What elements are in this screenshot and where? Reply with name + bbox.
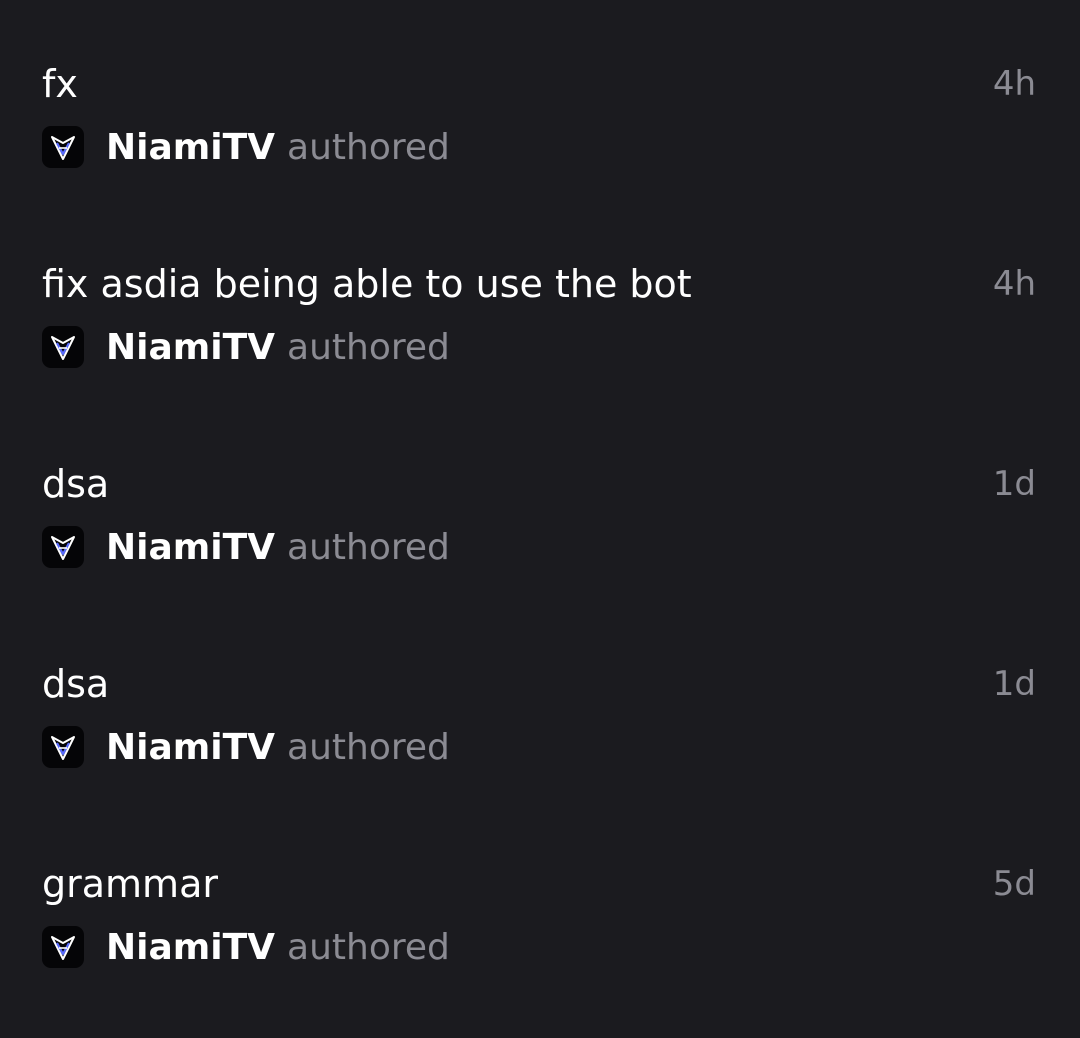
commit-message[interactable]: fix asdia being able to use the bot [42,258,692,310]
author-line: NiamiTV authored [42,923,450,971]
commit-item[interactable]: fx 4h NiamiTV authored [0,0,1080,200]
niamitv-logo-icon[interactable] [42,926,84,968]
author-action: authored [287,926,450,968]
commit-time: 4h [992,64,1036,104]
author-line: NiamiTV authored [42,123,450,171]
commit-message[interactable]: dsa [42,658,109,710]
commit-time: 1d [992,664,1036,704]
commit-time: 5d [992,864,1036,904]
commit-message[interactable]: grammar [42,858,218,910]
author-action: authored [287,726,450,768]
author-action: authored [287,126,450,168]
commit-list: fx 4h NiamiTV authored fix asdia being a… [0,0,1080,1038]
commit-message[interactable]: fx [42,58,78,110]
author-name[interactable]: NiamiTV [106,127,275,168]
author-name[interactable]: NiamiTV [106,327,275,368]
author-name[interactable]: NiamiTV [106,527,275,568]
commit-item[interactable]: grammar 5d NiamiTV authored [0,800,1080,1000]
commit-time: 1d [992,464,1036,504]
author-action: authored [287,326,450,368]
author-line: NiamiTV authored [42,323,450,371]
author-name[interactable]: NiamiTV [106,927,275,968]
author-name[interactable]: NiamiTV [106,727,275,768]
commit-message[interactable]: dsa [42,458,109,510]
author-line: NiamiTV authored [42,723,450,771]
commit-time: 4h [992,264,1036,304]
niamitv-logo-icon[interactable] [42,326,84,368]
author-line: NiamiTV authored [42,523,450,571]
niamitv-logo-icon[interactable] [42,726,84,768]
author-action: authored [287,526,450,568]
commit-item[interactable]: dsa 1d NiamiTV authored [0,400,1080,600]
niamitv-logo-icon[interactable] [42,526,84,568]
commit-item[interactable]: dsa 1d NiamiTV authored [0,600,1080,800]
commit-item[interactable]: fix asdia being able to use the bot 4h N… [0,200,1080,400]
niamitv-logo-icon[interactable] [42,126,84,168]
